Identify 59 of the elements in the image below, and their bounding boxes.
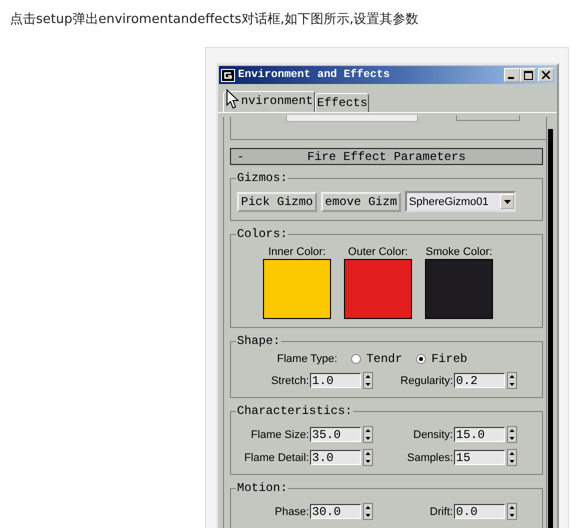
spinner-field[interactable]: 0.2 bbox=[454, 373, 505, 388]
tab[interactable]: Effects bbox=[315, 93, 370, 112]
color-swatch[interactable] bbox=[263, 259, 331, 319]
gizmo-button[interactable]: emove Gizm bbox=[321, 192, 402, 212]
spinner-label: Phase: bbox=[274, 506, 309, 518]
group-title: Characteristics: bbox=[236, 404, 354, 418]
spinner-field[interactable]: 35.0 bbox=[310, 427, 361, 442]
spinner-arrows-icon[interactable] bbox=[507, 449, 517, 466]
spinner-label: Stretch: bbox=[271, 374, 309, 386]
color-label: Smoke Color: bbox=[426, 246, 492, 258]
close-button[interactable] bbox=[538, 68, 554, 82]
spinner-field[interactable]: 0.0 bbox=[454, 504, 505, 519]
spinner-arrows-icon[interactable] bbox=[363, 449, 373, 466]
window-title: Environment and Effects bbox=[238, 69, 391, 81]
spinner-label: Regularity: bbox=[400, 374, 453, 386]
minimize-button[interactable] bbox=[504, 68, 520, 82]
collapse-sign[interactable]: - bbox=[231, 150, 251, 164]
group-title: Gizmos: bbox=[236, 171, 288, 185]
spinner-field[interactable]: 15.0 bbox=[454, 427, 505, 442]
maximize-icon bbox=[524, 70, 532, 80]
group-title: Colors: bbox=[236, 227, 288, 241]
spinner-arrows-icon[interactable] bbox=[363, 372, 373, 389]
app-logo-icon bbox=[221, 68, 235, 82]
group-title: Motion: bbox=[236, 481, 288, 495]
dropdown-arrow-icon bbox=[504, 200, 511, 204]
rollout-title: Fire Effect Parameters bbox=[306, 150, 467, 164]
close-icon bbox=[542, 71, 550, 79]
spinner-arrows-icon[interactable] bbox=[363, 503, 373, 520]
gizmo-button[interactable]: Pick Gizmo bbox=[237, 192, 318, 212]
maximize-button[interactable] bbox=[520, 68, 536, 82]
rollout-header[interactable]: - Fire Effect Parameters bbox=[230, 148, 543, 165]
spinner-field[interactable]: 3.0 bbox=[310, 450, 361, 465]
group-title: Shape: bbox=[236, 334, 282, 348]
flame-type-label: Flame Type: bbox=[277, 353, 338, 365]
spinner-label: Density: bbox=[413, 428, 453, 440]
spinner-field[interactable]: 1.0 bbox=[310, 373, 361, 388]
tab[interactable]: nvironment bbox=[223, 91, 316, 112]
radio-icon[interactable] bbox=[351, 354, 362, 364]
spinner-field[interactable]: 15 bbox=[454, 450, 505, 465]
color-label: Outer Color: bbox=[348, 246, 408, 258]
spinner-arrows-icon[interactable] bbox=[507, 503, 517, 520]
gizmo-dropdown[interactable]: SphereGizmo01 bbox=[405, 191, 516, 212]
spinner-arrows-icon[interactable] bbox=[507, 426, 517, 443]
mouse-pointer-icon bbox=[226, 89, 239, 109]
spinner-label: Drift: bbox=[430, 506, 453, 518]
color-swatch[interactable] bbox=[425, 259, 493, 319]
radio-option[interactable]: Fireb bbox=[416, 352, 468, 366]
spinner-label: Flame Size: bbox=[250, 428, 309, 440]
spinner-arrows-icon[interactable] bbox=[507, 372, 517, 389]
color-label: Inner Color: bbox=[268, 246, 326, 258]
spinner-field[interactable]: 30.0 bbox=[310, 504, 361, 519]
scrollbar[interactable] bbox=[548, 129, 553, 528]
radio-option[interactable]: Tendr bbox=[351, 352, 402, 366]
color-swatch[interactable] bbox=[344, 259, 412, 319]
caption-text: 点击setup弹出enviromentandeffects对话框,如下图所示,设置其参数 bbox=[9, 11, 420, 29]
spinner-label: Samples: bbox=[407, 452, 453, 464]
spinner-arrows-icon[interactable] bbox=[363, 426, 373, 443]
spinner-label: Flame Detail: bbox=[244, 452, 309, 464]
radio-icon[interactable] bbox=[416, 354, 426, 364]
